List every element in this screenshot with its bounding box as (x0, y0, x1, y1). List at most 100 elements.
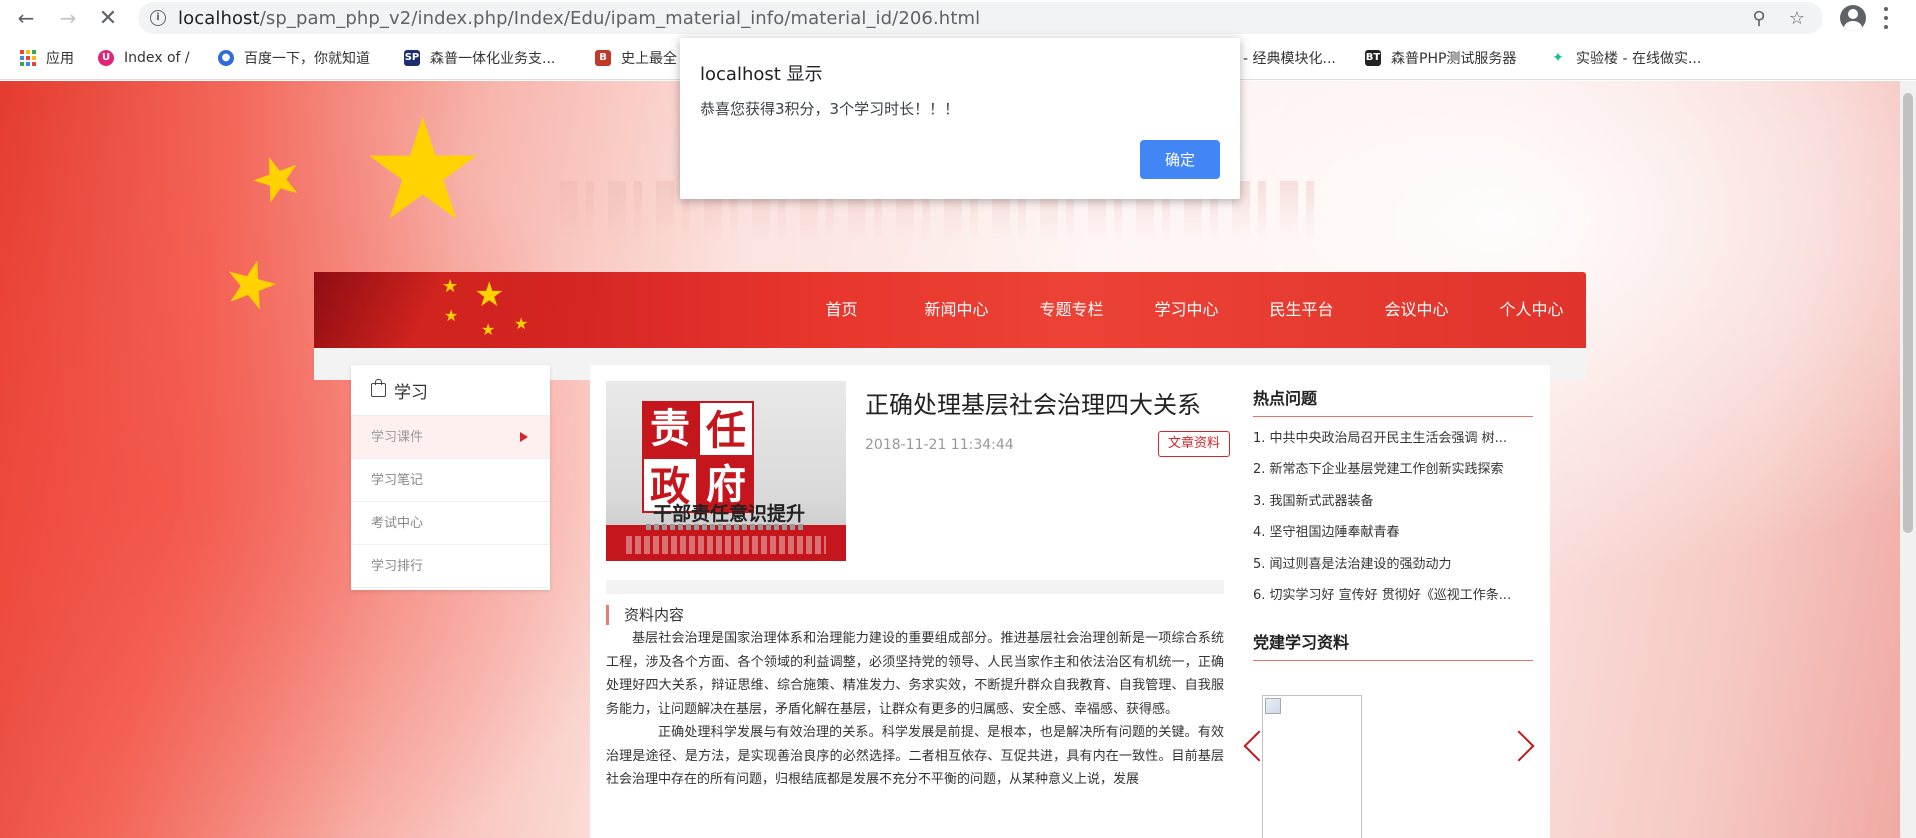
bookmark-baidu[interactable]: ● 百度一下，你就知道 (218, 48, 370, 68)
nav-item-home[interactable]: 首页 (784, 272, 899, 348)
profile-avatar-icon[interactable] (1840, 5, 1866, 31)
bookmark-label: 森普一体化业务支... (430, 51, 556, 67)
side-menu-title: 学习 (394, 382, 428, 403)
nav-item-meetings[interactable]: 会议中心 (1359, 272, 1474, 348)
cover-char: 责 (642, 401, 698, 457)
hot-topic-link[interactable]: 1. 中共中央政治局召开民主生活会强调 树... (1253, 423, 1538, 454)
url-path: /sp_pam_php_v2/index.php/Index/Edu/ipam_… (259, 7, 981, 29)
bookmark-b[interactable]: B 史上最全 (595, 48, 677, 68)
nav-star-icon: ★ (474, 275, 505, 315)
nav-item-personal[interactable]: 个人中心 (1474, 272, 1589, 348)
browser-menu-icon[interactable] (1883, 7, 1889, 29)
article-paragraph: 基层社会治理是国家治理体系和治理能力建设的重要组成部分。推进基层社会治理创新是一… (606, 631, 1224, 717)
bookmark-sp[interactable]: SP 森普一体化业务支... (404, 48, 555, 68)
flag-star-icon: ★ (360, 89, 486, 252)
bookmark-modular[interactable]: - 经典模块化... (1243, 48, 1336, 68)
flag-curtain-decoration (314, 272, 614, 348)
side-menu-header: 学习 (351, 365, 550, 416)
bookmark-bt[interactable]: BT 森普PHP测试服务器 (1365, 48, 1516, 68)
bookmark-label: 森普PHP测试服务器 (1391, 51, 1517, 67)
hot-topics-list: 1. 中共中央政治局召开民主生活会强调 树... 2. 新常态下企业基层党建工作… (1253, 423, 1538, 611)
section-title: 资料内容 (606, 605, 684, 625)
site-navbar: ★ ★ ★ ★ ★ 首页 新闻中心 专题专栏 学习中心 民生平台 会议中心 个人… (314, 272, 1586, 348)
apps-icon (20, 50, 36, 66)
zoom-icon[interactable]: ⚲ (1748, 7, 1770, 29)
index-favicon: U (98, 50, 114, 66)
nav-star-icon: ★ (514, 314, 529, 333)
bookmark-label: 实验楼 - 在线做实... (1576, 51, 1702, 67)
side-menu-item-notes[interactable]: 学习笔记 (351, 459, 550, 502)
cover-subtitle: 干部责任意识提升 (652, 503, 805, 525)
bookmark-apps[interactable]: 应用 (20, 48, 74, 68)
bookmark-label: 史上最全 (621, 51, 677, 67)
bookmark-label: 百度一下，你就知道 (244, 51, 370, 67)
hot-topic-link[interactable]: 4. 坚守祖国边陲奉献青春 (1253, 517, 1538, 548)
nav-item-livelihood[interactable]: 民生平台 (1244, 272, 1359, 348)
broken-image-icon[interactable] (1262, 695, 1362, 838)
hot-topics-title: 热点问题 (1253, 383, 1533, 417)
nav-item-news[interactable]: 新闻中心 (899, 272, 1014, 348)
carousel-next-icon[interactable] (1503, 730, 1535, 762)
article-title: 正确处理基层社会治理四大关系 (865, 391, 1201, 419)
learning-side-menu: 学习 学习课件 学习笔记 考试中心 学习排行 (351, 365, 550, 590)
address-bar[interactable]: i localhost/sp_pam_php_v2/index.php/Inde… (138, 2, 1823, 34)
article-tag[interactable]: 文章资料 (1158, 431, 1231, 457)
nav-star-icon: ★ (442, 276, 459, 297)
flag-star-icon: ★ (239, 136, 315, 222)
bookmark-label: Index of / (124, 50, 190, 66)
stop-loading-icon[interactable]: ✕ (92, 2, 124, 34)
article-body: 基层社会治理是国家治理体系和治理能力建设的重要组成部分。推进基层社会治理创新是一… (606, 627, 1224, 792)
bag-icon (371, 379, 386, 397)
nav-item-learning[interactable]: 学习中心 (1129, 272, 1244, 348)
side-menu-item-exam[interactable]: 考试中心 (351, 502, 550, 545)
nav-menu: 首页 新闻中心 专题专栏 学习中心 民生平台 会议中心 个人中心 (784, 272, 1589, 348)
dialog-ok-button[interactable]: 确定 (1140, 140, 1220, 179)
bookmark-shiyanlou[interactable]: ✦ 实验楼 - 在线做实... (1550, 48, 1701, 68)
site-info-icon[interactable]: i (150, 10, 166, 26)
url-text[interactable]: localhost/sp_pam_php_v2/index.php/Index/… (178, 8, 980, 29)
bookmark-star-icon[interactable]: ☆ (1786, 7, 1808, 29)
side-menu-item-courseware[interactable]: 学习课件 (351, 416, 550, 459)
cover-char: 任 (698, 401, 754, 457)
bookmark-label: - 经典模块化... (1243, 51, 1336, 67)
article-panel: 责 任 政 府 干部责任意识提升 正确处理基层社会治理四大关系 2018-11-… (590, 365, 1240, 838)
nav-item-topics[interactable]: 专题专栏 (1014, 272, 1129, 348)
nav-star-icon: ★ (444, 306, 459, 325)
url-host: localhost (178, 7, 260, 29)
back-arrow-icon[interactable]: ← (10, 2, 42, 34)
bookmark-index[interactable]: U Index of / (98, 48, 190, 68)
dialog-message: 恭喜您获得3积分，3个学习时长！！！ (700, 100, 960, 118)
bookmark-label: 应用 (46, 51, 74, 67)
content-divider (606, 580, 1224, 594)
side-menu-label: 学习笔记 (371, 473, 424, 488)
active-arrow-icon (520, 432, 528, 442)
right-sidebar: 热点问题 1. 中共中央政治局召开民主生活会强调 树... 2. 新常态下企业基… (1240, 365, 1550, 838)
scrollbar-thumb[interactable] (1903, 93, 1913, 533)
cover-red-band-text (626, 536, 826, 554)
alert-dialog: localhost 显示 恭喜您获得3积分，3个学习时长！！！ 确定 (680, 38, 1240, 199)
flag-star-icon: ★ (213, 241, 288, 329)
shiyanlou-favicon: ✦ (1550, 50, 1566, 66)
article-cover-image[interactable]: 责 任 政 府 干部责任意识提升 (606, 381, 846, 561)
cover-fine-print (646, 524, 806, 530)
baidu-favicon: ● (218, 50, 234, 66)
party-materials-title: 党建学习资料 (1253, 627, 1533, 661)
bt-favicon: BT (1365, 50, 1381, 66)
hot-topic-link[interactable]: 5. 闻过则喜是法治建设的强劲动力 (1253, 549, 1538, 580)
article-paragraph: 正确处理科学发展与有效治理的关系。科学发展是前提、是根本，也是解决所有问题的关键… (606, 725, 1224, 787)
b-favicon: B (595, 50, 611, 66)
materials-carousel (1240, 691, 1550, 838)
hot-topic-link[interactable]: 6. 切实学习好 宣传好 贯彻好《巡视工作条... (1253, 580, 1538, 611)
browser-toolbar: ← → ✕ i localhost/sp_pam_php_v2/index.ph… (0, 0, 1916, 36)
forward-arrow-icon[interactable]: → (52, 2, 84, 34)
sp-favicon: SP (404, 50, 420, 66)
hot-topic-link[interactable]: 3. 我国新式武器装备 (1253, 486, 1538, 517)
dialog-title: localhost 显示 (700, 64, 823, 85)
side-menu-label: 考试中心 (371, 516, 424, 531)
side-menu-label: 学习课件 (371, 430, 424, 445)
hot-topic-link[interactable]: 2. 新常态下企业基层党建工作创新实践探索 (1253, 454, 1538, 485)
nav-star-icon: ★ (481, 320, 496, 339)
side-menu-label: 学习排行 (371, 559, 424, 574)
side-menu-item-ranking[interactable]: 学习排行 (351, 545, 550, 588)
page-scrollbar[interactable] (1900, 81, 1916, 838)
